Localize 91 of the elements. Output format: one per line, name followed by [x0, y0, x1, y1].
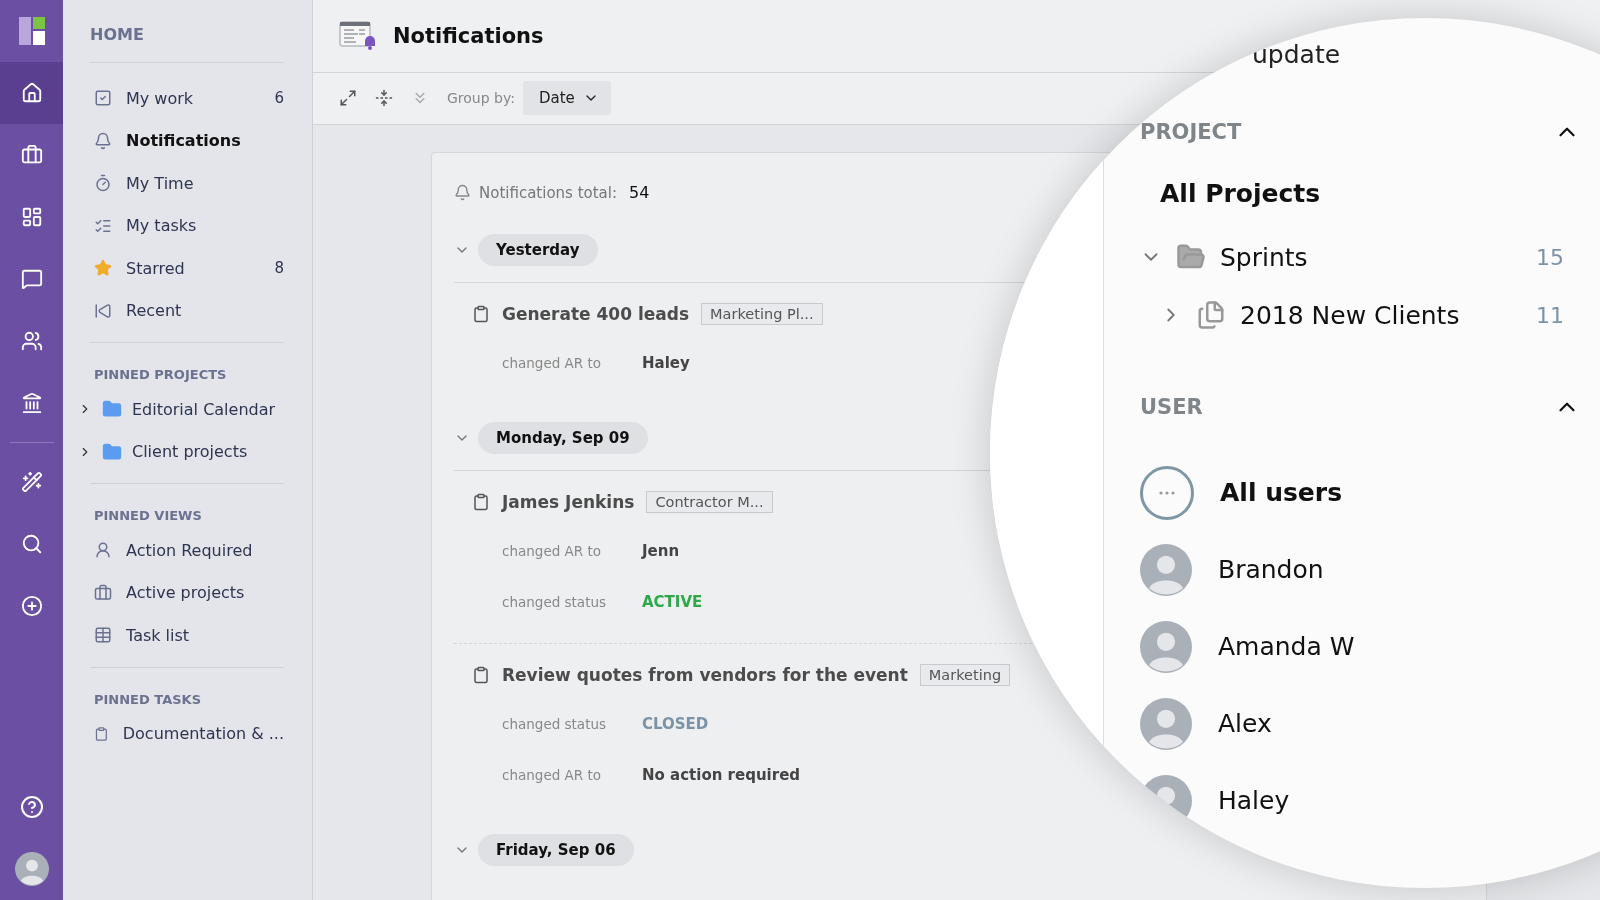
date-pill[interactable]: Yesterday [478, 234, 598, 266]
group-by-label: Group by: [447, 90, 515, 107]
expand-icon[interactable] [339, 89, 357, 108]
dashboard-icon [20, 206, 43, 228]
sidebar-item[interactable]: Starred [126, 258, 261, 278]
sidebar-item[interactable]: Documentation & ... [122, 724, 284, 744]
magic-wand-icon [20, 471, 43, 493]
sidebar-item[interactable]: Notifications [126, 131, 284, 151]
briefcase-icon [94, 583, 112, 602]
status-value: CLOSED [642, 714, 709, 733]
project-count: 11 [1536, 302, 1565, 328]
bell-icon [94, 131, 112, 150]
project-tag[interactable]: Contractor M... [646, 491, 773, 513]
clipboard-icon [472, 666, 490, 684]
filter-title: PROJECT [1140, 120, 1242, 144]
section-title: PINNED TASKS [93, 690, 203, 709]
sidebar-item[interactable]: Recent [126, 301, 284, 321]
checkbox-icon [94, 89, 112, 108]
table-icon [94, 626, 112, 645]
user-name[interactable]: Haley [1218, 786, 1290, 815]
user-name[interactable]: All users [1220, 478, 1343, 507]
change-label: changed AR to [502, 542, 602, 559]
sidebar-item[interactable]: Active projects [126, 583, 284, 603]
project-tag[interactable]: Marketing [919, 664, 1011, 686]
change-label: changed status [502, 593, 608, 610]
item-count: 6 [274, 89, 284, 108]
project-name[interactable]: Sprints [1220, 242, 1522, 272]
clipboard-icon [472, 493, 490, 511]
sidebar-item[interactable]: Editorial Calendar [132, 399, 284, 419]
all-projects-item[interactable]: All Projects [1140, 179, 1580, 208]
task-title[interactable]: Generate 400 leads [502, 304, 690, 324]
change-value: Jenn [642, 541, 680, 560]
sidebar-item[interactable]: Task list [126, 625, 284, 645]
help-icon[interactable] [19, 795, 44, 819]
section-title: PINNED PROJECTS [93, 366, 228, 384]
item-count: 8 [274, 259, 284, 278]
cut-text: update [1252, 40, 1342, 69]
user-name[interactable]: Alex [1218, 709, 1272, 738]
section-title: PINNED VIEWS [93, 507, 203, 525]
sidebar-item[interactable]: My Time [126, 173, 284, 193]
people-icon [20, 330, 43, 352]
task-title[interactable]: Review quotes from vendors for the event [502, 665, 908, 685]
timer-icon [94, 174, 112, 193]
skip-back-icon [94, 301, 112, 320]
total-label: Notifications total: [479, 183, 617, 202]
chat-icon [20, 268, 43, 290]
avatar [1140, 620, 1192, 673]
sidebar-item[interactable]: My tasks [126, 216, 284, 236]
total-count: 54 [629, 183, 650, 202]
change-label: changed AR to [502, 766, 602, 783]
star-icon [94, 259, 112, 278]
bell-icon [454, 184, 471, 201]
project-tag[interactable]: Marketing Pl... [701, 303, 823, 325]
change-value: No action required [642, 765, 801, 784]
date-pill[interactable]: Friday, Sep 06 [478, 834, 634, 866]
collapse-icon[interactable] [375, 89, 393, 108]
sidebar-item[interactable]: My work [126, 88, 261, 108]
person-icon [94, 541, 112, 560]
clipboard-icon [472, 305, 490, 323]
briefcase-icon [20, 144, 43, 166]
search-icon [20, 533, 43, 555]
project-name[interactable]: 2018 New Clients [1240, 300, 1522, 330]
change-label: changed AR to [502, 354, 602, 371]
home-icon [20, 82, 43, 104]
user-name[interactable]: Amanda W [1218, 632, 1355, 661]
documents-icon [1196, 300, 1226, 330]
avatar [1140, 697, 1192, 750]
status-value: ACTIVE [642, 592, 703, 611]
user-name[interactable]: Brandon [1218, 555, 1324, 584]
section-title: HOME [90, 0, 284, 63]
filter-title: USER [1140, 395, 1203, 419]
clipboard-icon [94, 724, 109, 743]
sidebar-item[interactable]: Action Required [126, 540, 284, 560]
task-title[interactable]: James Jenkins [502, 492, 635, 512]
avatar [14, 852, 49, 886]
all-users-icon [1140, 465, 1194, 520]
sidebar-item[interactable]: Client projects [132, 442, 284, 462]
notification-list-icon [339, 20, 375, 51]
date-pill[interactable]: Monday, Sep 09 [478, 422, 648, 454]
folder-icon [102, 441, 122, 462]
change-value: Haley [642, 353, 690, 372]
group-by-select[interactable]: Date [522, 81, 611, 116]
logo-icon[interactable] [18, 17, 45, 45]
folder-icon [102, 399, 122, 420]
page-title: Notifications [393, 23, 544, 48]
bank-icon [20, 392, 43, 414]
add-icon [20, 595, 43, 617]
project-count: 15 [1536, 244, 1565, 270]
change-label: changed status [502, 715, 608, 732]
rail-button[interactable] [0, 62, 63, 124]
avatar [1140, 543, 1192, 596]
